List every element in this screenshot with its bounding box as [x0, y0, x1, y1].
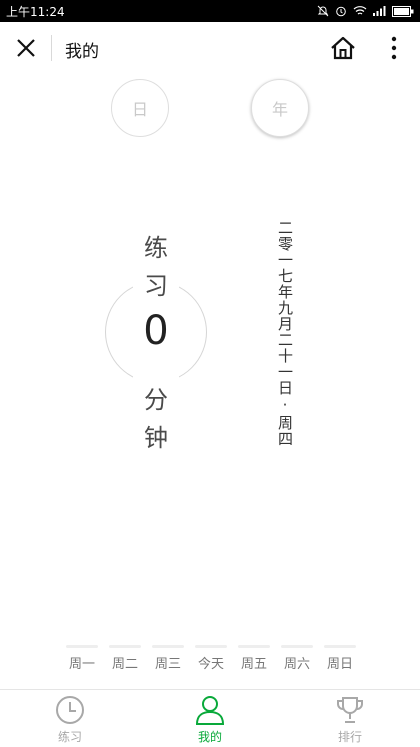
week-day[interactable]: 周五 [236, 645, 272, 672]
tab-label: 排行 [337, 730, 362, 744]
week-day-label: 今天 [197, 657, 224, 672]
practice-char: 习 [144, 272, 168, 300]
week-day-label: 周五 [240, 657, 267, 672]
week-day[interactable]: 周日 [322, 645, 358, 672]
week-day-today[interactable]: 今天 [193, 645, 229, 672]
date-vertical: 二零一七年九月二十一日·周四 [276, 220, 294, 447]
trophy-icon [337, 697, 363, 723]
day-bar [324, 645, 356, 648]
clock-icon [56, 696, 84, 724]
signal-icon [373, 6, 386, 16]
tab-bar: 练习 我的 排行 [0, 689, 420, 747]
day-bar [152, 645, 184, 648]
page: 上午11:24 我的 日 年 练 习 0 分 钟 二零一七年九月二十一日·周四 … [0, 0, 420, 747]
day-bar [66, 645, 98, 648]
minute-unit-char: 分 [144, 386, 168, 414]
tab-label: 我的 [197, 730, 222, 744]
day-bar [281, 645, 313, 648]
week-day-label: 周一 [68, 657, 95, 672]
week-day[interactable]: 周三 [150, 645, 186, 672]
person-icon [195, 696, 225, 725]
minutes-value: 0 [143, 308, 169, 354]
tab-label: 练习 [57, 730, 82, 744]
period-day-label: 日 [131, 100, 148, 119]
nav-divider [51, 35, 52, 61]
period-day-button[interactable]: 日 [111, 79, 169, 137]
status-time: 上午11:24 [6, 5, 65, 19]
close-icon[interactable] [14, 36, 38, 60]
status-icons [317, 4, 414, 18]
more-icon[interactable] [384, 35, 404, 61]
nav-bar: 我的 [0, 22, 420, 74]
minute-unit-char: 钟 [144, 424, 168, 452]
week-day[interactable]: 周六 [279, 645, 315, 672]
week-day[interactable]: 周二 [107, 645, 143, 672]
tab-mine[interactable]: 我的 [170, 690, 250, 747]
home-icon[interactable] [330, 35, 356, 61]
week-day-label: 周三 [154, 657, 181, 672]
day-bar [109, 645, 141, 648]
status-bar: 上午11:24 [0, 0, 420, 22]
day-bar [238, 645, 270, 648]
period-year-label: 年 [271, 100, 288, 119]
week-selector: 周一 周二 周三 今天 周五 周六 周日 [64, 645, 358, 672]
day-bar [195, 645, 227, 648]
period-year-button[interactable]: 年 [251, 79, 309, 137]
page-title: 我的 [65, 42, 99, 62]
bell-mute-icon [317, 5, 329, 17]
practice-char: 练 [144, 234, 168, 262]
week-day-label: 周二 [111, 657, 138, 672]
alarm-icon [336, 6, 346, 17]
tab-ranking[interactable]: 排行 [310, 690, 390, 747]
battery-icon [392, 5, 414, 17]
week-day-label: 周六 [283, 657, 310, 672]
tab-practice[interactable]: 练习 [30, 690, 110, 747]
week-day[interactable]: 周一 [64, 645, 100, 672]
wifi-icon [353, 6, 367, 15]
week-day-label: 周日 [326, 657, 353, 672]
